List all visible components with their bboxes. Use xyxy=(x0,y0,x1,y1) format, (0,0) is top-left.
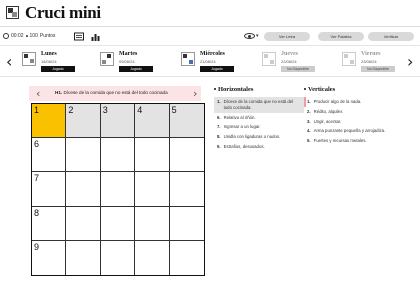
eye-icon[interactable] xyxy=(244,33,255,39)
clue-item[interactable]: 4. Arma punzante pequeña y arrojadiza. xyxy=(304,126,394,136)
crossword-grid: 1 2 3 4 5 6 7 8 9 xyxy=(31,103,205,276)
timer-value: 00:02 xyxy=(11,33,24,39)
reveal-word-button[interactable]: Ver Palabra xyxy=(318,32,364,41)
app-title: Cruci mini xyxy=(25,3,101,22)
clue-item[interactable]: 8. Unidla con ligaduras o nudos. xyxy=(214,132,304,142)
cell-number: 4 xyxy=(137,105,143,115)
grid-cell[interactable]: 5 xyxy=(169,104,204,139)
clue-item[interactable]: 3. Ungir, acentar. xyxy=(304,117,394,127)
reveal-letter-button[interactable]: Ver Letra xyxy=(264,32,310,41)
clue-id: H1. xyxy=(55,90,63,95)
grid-cell[interactable]: 7 xyxy=(32,172,67,207)
grid-cell[interactable] xyxy=(169,172,204,207)
clues-horizontal: Horizontales 1. Dícese de la comida que n… xyxy=(214,86,304,152)
day-status-badge: Jugado xyxy=(41,66,75,72)
day-thursday: Jueves 22/08/24 No Disponible xyxy=(262,51,332,74)
cell-number: 2 xyxy=(68,105,74,115)
grid-cell[interactable]: 4 xyxy=(135,104,170,139)
grid-cell[interactable] xyxy=(135,240,170,275)
stats-icon[interactable] xyxy=(91,32,100,41)
day-status-badge: No Disponible xyxy=(281,66,315,72)
cell-number: 7 xyxy=(34,173,40,184)
crossword-logo-icon xyxy=(6,6,19,19)
clue-text: Dícese de la comida que no está del todo… xyxy=(63,90,168,95)
grid-cell[interactable] xyxy=(66,206,101,241)
grid-cell[interactable] xyxy=(100,138,136,173)
grid-cell[interactable] xyxy=(66,172,101,207)
grid-cell[interactable]: 3 xyxy=(100,104,136,139)
mini-grid-icon xyxy=(100,52,114,66)
grid-cell[interactable] xyxy=(169,206,204,241)
cell-number: 3 xyxy=(102,105,108,115)
clue-item[interactable]: 5. Fuertes y recursas metales. xyxy=(304,136,394,146)
prev-clue-arrow-icon[interactable]: ‹ xyxy=(36,87,40,100)
clue-item[interactable]: 9. Estrafios, desusados. xyxy=(214,142,304,152)
day-status-badge: No Disponible xyxy=(361,66,395,72)
mini-grid-icon xyxy=(342,52,356,66)
grid-cell[interactable] xyxy=(169,240,204,275)
grid-cell[interactable]: 2 xyxy=(66,104,101,139)
clue-item[interactable]: 1. Producir algo de la nada. xyxy=(304,97,394,107)
cell-number: 6 xyxy=(34,139,40,150)
grid-cell[interactable] xyxy=(135,138,170,173)
chevron-down-icon[interactable]: ▾ xyxy=(256,33,259,39)
timer: 00:02 100 Puntos xyxy=(3,33,55,39)
next-day-arrow-icon[interactable]: › xyxy=(407,52,413,71)
keyboard-icon[interactable] xyxy=(74,32,84,41)
grid-cell[interactable] xyxy=(66,138,101,173)
day-status-badge: Jugado xyxy=(200,66,234,72)
mini-grid-icon xyxy=(181,52,195,66)
grid-cell[interactable] xyxy=(100,172,136,207)
verify-button[interactable]: Verificar xyxy=(368,32,414,41)
grid-cell[interactable]: 1 xyxy=(32,104,67,139)
horizontal-heading: Horizontales xyxy=(214,86,304,93)
grid-cell[interactable] xyxy=(135,172,170,207)
separator-dot xyxy=(25,35,28,37)
clue-item[interactable]: 2. Rédito, alquiler. xyxy=(304,107,394,117)
cell-number: 9 xyxy=(34,241,40,252)
clue-item[interactable]: 1. Dícese de la comida que no está del to… xyxy=(214,97,304,113)
day-selector: ‹ Lunes 18/08/24 Jugado Martes 09/08/24 … xyxy=(0,47,420,77)
clue-item[interactable]: 6. Relativo al riñón. xyxy=(214,113,304,123)
vertical-heading: Verticales xyxy=(304,86,394,93)
grid-cell[interactable]: 8 xyxy=(32,206,67,241)
grid-cell[interactable] xyxy=(100,206,136,241)
clue-item[interactable]: 7. Ingresar a un lugar. xyxy=(214,122,304,132)
cell-number: 8 xyxy=(34,207,40,218)
grid-cell[interactable] xyxy=(66,240,101,275)
day-tuesday[interactable]: Martes 09/08/24 Jugado xyxy=(100,51,170,74)
grid-cell[interactable] xyxy=(135,206,170,241)
grid-cell[interactable]: 6 xyxy=(32,138,67,173)
clock-icon xyxy=(3,33,9,39)
day-monday[interactable]: Lunes 18/08/24 Jugado xyxy=(22,51,92,74)
day-status-badge: Jugado xyxy=(119,66,153,72)
current-clue-bar: ‹ H1. Dícese de la comida que no está de… xyxy=(29,86,201,101)
mini-grid-icon xyxy=(262,52,276,66)
grid-cell[interactable] xyxy=(169,138,204,173)
cell-number: 5 xyxy=(171,105,177,115)
grid-cell[interactable] xyxy=(100,240,136,275)
points-label: Puntos xyxy=(39,33,56,39)
grid-cell[interactable]: 9 xyxy=(32,240,67,275)
cell-number: 1 xyxy=(34,105,40,115)
toolbar: 00:02 100 Puntos ▾ Ver Letra Ver Palabra… xyxy=(0,30,420,46)
app-header: Cruci mini xyxy=(0,0,420,27)
prev-day-arrow-icon[interactable]: ‹ xyxy=(6,52,12,71)
mini-grid-icon xyxy=(22,52,36,66)
points-value: 100 xyxy=(29,33,38,39)
day-friday: Viernes 23/08/24 No Disponible xyxy=(342,51,412,74)
next-clue-arrow-icon[interactable]: › xyxy=(193,87,197,100)
day-wednesday[interactable]: Miércoles 21/08/24 Jugado xyxy=(181,51,251,74)
clues-vertical: Verticales 1. Producir algo de la nada. 2… xyxy=(304,86,394,146)
